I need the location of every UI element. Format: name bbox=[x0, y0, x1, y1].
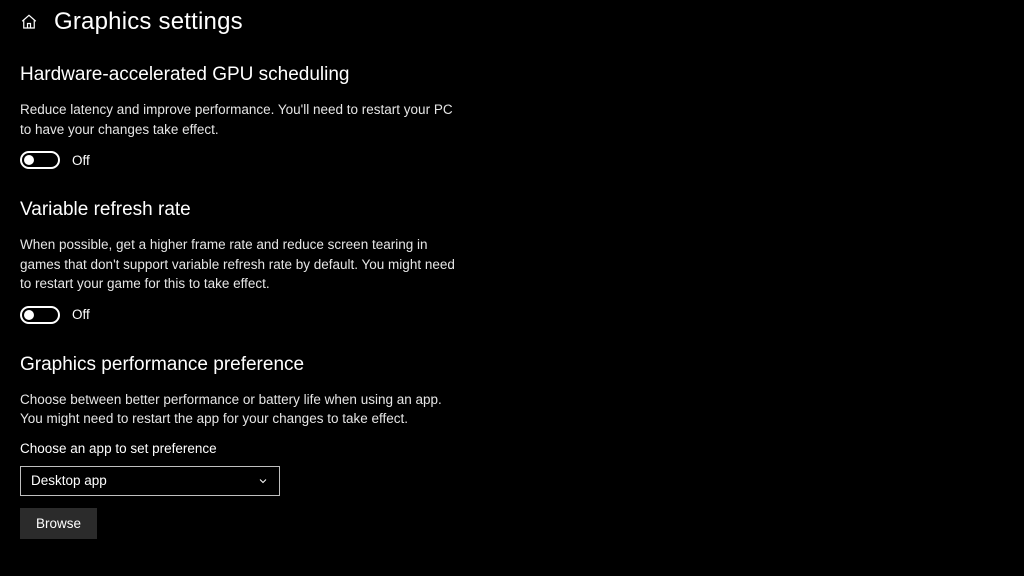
toggle-row: Off bbox=[20, 306, 460, 324]
gpu-scheduling-toggle[interactable] bbox=[20, 151, 60, 169]
section-title: Graphics performance preference bbox=[20, 354, 460, 376]
section-description: Choose between better performance or bat… bbox=[20, 390, 460, 429]
section-description: When possible, get a higher frame rate a… bbox=[20, 235, 460, 294]
page-header: Graphics settings bbox=[20, 8, 1004, 36]
app-select-label: Choose an app to set preference bbox=[20, 441, 460, 456]
toggle-knob-icon bbox=[24, 310, 34, 320]
section-description: Reduce latency and improve performance. … bbox=[20, 100, 460, 139]
chevron-down-icon bbox=[257, 475, 269, 487]
browse-button[interactable]: Browse bbox=[20, 508, 97, 539]
section-title: Hardware-accelerated GPU scheduling bbox=[20, 64, 460, 86]
toggle-knob-icon bbox=[24, 155, 34, 165]
section-gpu-scheduling: Hardware-accelerated GPU scheduling Redu… bbox=[20, 64, 460, 169]
dropdown-value: Desktop app bbox=[31, 473, 107, 488]
vrr-toggle[interactable] bbox=[20, 306, 60, 324]
section-title: Variable refresh rate bbox=[20, 199, 460, 221]
toggle-state-label: Off bbox=[72, 153, 90, 168]
section-variable-refresh-rate: Variable refresh rate When possible, get… bbox=[20, 199, 460, 324]
section-performance-preference: Graphics performance preference Choose b… bbox=[20, 354, 460, 539]
home-icon[interactable] bbox=[20, 13, 38, 31]
toggle-state-label: Off bbox=[72, 307, 90, 322]
page-title: Graphics settings bbox=[54, 8, 243, 36]
toggle-row: Off bbox=[20, 151, 460, 169]
app-type-dropdown[interactable]: Desktop app bbox=[20, 466, 280, 496]
